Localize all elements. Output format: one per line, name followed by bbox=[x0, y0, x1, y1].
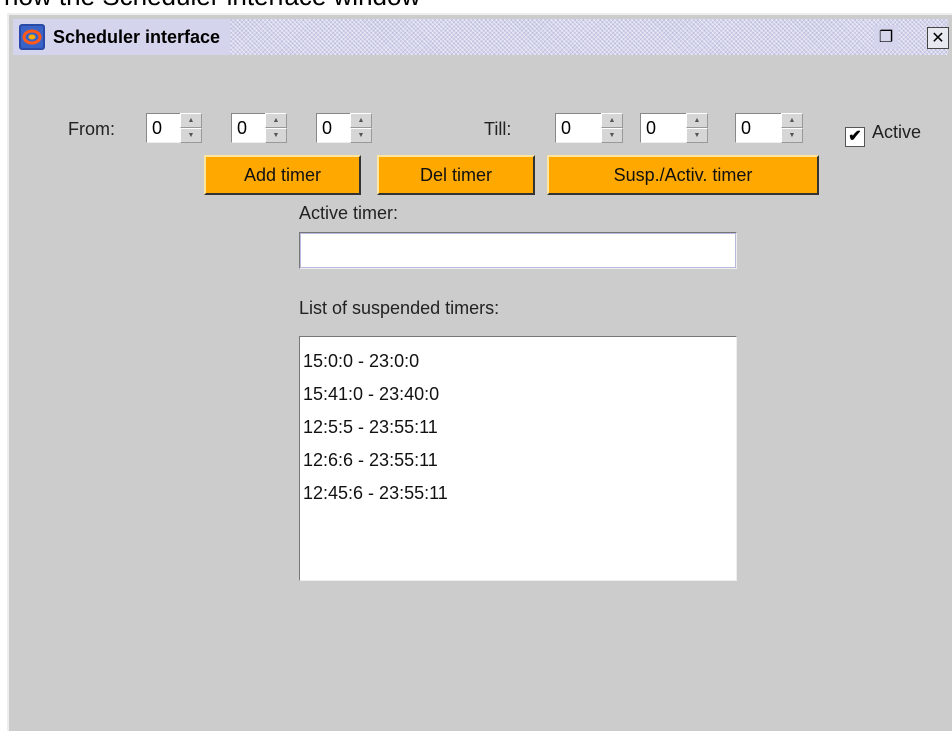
till-seconds-spinner[interactable]: 0 ▲ ▼ bbox=[735, 113, 803, 143]
title-bar[interactable]: Scheduler interface ❐ ✕ bbox=[13, 19, 949, 55]
arrow-down-icon[interactable]: ▼ bbox=[601, 128, 623, 143]
arrow-up-icon[interactable]: ▲ bbox=[180, 113, 202, 128]
suspended-timers-list[interactable]: 15:0:0 - 23:0:0 15:41:0 - 23:40:0 12:5:5… bbox=[299, 336, 737, 581]
susp-activ-timer-button[interactable]: Susp./Activ. timer bbox=[547, 155, 819, 195]
from-hours-field[interactable]: 0 bbox=[146, 113, 180, 143]
list-item[interactable]: 12:6:6 - 23:55:11 bbox=[303, 444, 736, 477]
arrow-down-icon[interactable]: ▼ bbox=[350, 128, 372, 143]
arrow-down-icon[interactable]: ▼ bbox=[265, 128, 287, 143]
arrow-down-icon[interactable]: ▼ bbox=[686, 128, 708, 143]
arrow-up-icon[interactable]: ▲ bbox=[601, 113, 623, 128]
screen: now the Scheduler interface window Sched… bbox=[0, 0, 952, 731]
scheduler-window: Scheduler interface ❐ ✕ From: 0 ▲ ▼ 0 ▲ … bbox=[7, 13, 952, 731]
till-seconds-field[interactable]: 0 bbox=[735, 113, 781, 143]
list-item[interactable]: 12:45:6 - 23:55:11 bbox=[303, 477, 736, 510]
till-hours-field[interactable]: 0 bbox=[555, 113, 601, 143]
list-item[interactable]: 12:5:5 - 23:55:11 bbox=[303, 411, 736, 444]
restore-icon[interactable]: ❐ bbox=[874, 25, 898, 49]
arrow-down-icon[interactable]: ▼ bbox=[781, 128, 803, 143]
from-label: From: bbox=[68, 119, 115, 139]
title-group: Scheduler interface bbox=[13, 19, 231, 55]
active-timer-label: Active timer: bbox=[299, 203, 399, 223]
arrow-up-icon[interactable]: ▲ bbox=[781, 113, 803, 128]
active-checkbox[interactable]: ✔ bbox=[845, 127, 865, 147]
checkmark-icon: ✔ bbox=[848, 128, 862, 145]
from-minutes-field[interactable]: 0 bbox=[231, 113, 265, 143]
till-minutes-field[interactable]: 0 bbox=[640, 113, 686, 143]
active-timer-field[interactable] bbox=[299, 232, 737, 269]
from-hours-spinner[interactable]: 0 ▲ ▼ bbox=[146, 113, 202, 143]
arrow-down-icon[interactable]: ▼ bbox=[180, 128, 202, 143]
from-seconds-spinner[interactable]: 0 ▲ ▼ bbox=[316, 113, 372, 143]
list-item[interactable]: 15:41:0 - 23:40:0 bbox=[303, 378, 736, 411]
arrow-up-icon[interactable]: ▲ bbox=[686, 113, 708, 128]
del-timer-button[interactable]: Del timer bbox=[377, 155, 535, 195]
close-icon[interactable]: ✕ bbox=[927, 27, 949, 49]
till-minutes-spinner[interactable]: 0 ▲ ▼ bbox=[640, 113, 708, 143]
window-title: Scheduler interface bbox=[53, 26, 221, 47]
arrow-up-icon[interactable]: ▲ bbox=[350, 113, 372, 128]
background-caption: now the Scheduler interface window bbox=[0, 0, 952, 13]
active-checkbox-label[interactable]: Active bbox=[872, 122, 921, 143]
suspended-timers-label: List of suspended timers: bbox=[299, 298, 500, 318]
till-label: Till: bbox=[484, 119, 512, 139]
from-seconds-field[interactable]: 0 bbox=[316, 113, 350, 143]
scheduler-app-icon[interactable] bbox=[19, 24, 45, 50]
arrow-up-icon[interactable]: ▲ bbox=[265, 113, 287, 128]
from-minutes-spinner[interactable]: 0 ▲ ▼ bbox=[231, 113, 287, 143]
till-hours-spinner[interactable]: 0 ▲ ▼ bbox=[555, 113, 623, 143]
add-timer-button[interactable]: Add timer bbox=[204, 155, 361, 195]
list-item[interactable]: 15:0:0 - 23:0:0 bbox=[303, 345, 736, 378]
